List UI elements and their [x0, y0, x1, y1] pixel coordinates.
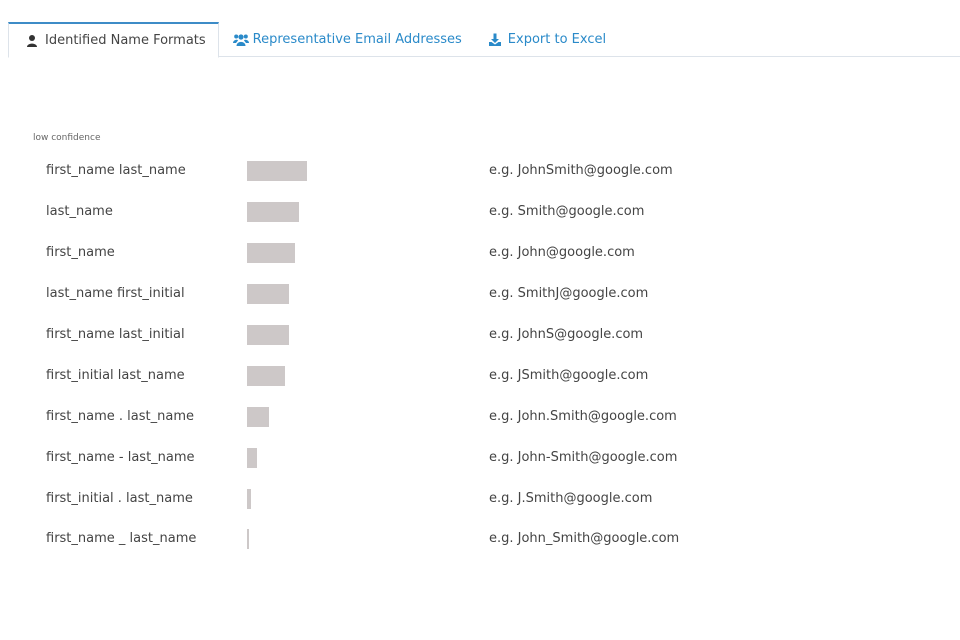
frequency-bar — [247, 284, 289, 304]
format-row: first_name _ last_name e.g. John_Smith@go… — [0, 529, 960, 551]
format-name: first_name - last_name — [46, 450, 195, 465]
frequency-bar — [247, 448, 257, 468]
example-email: e.g. John-Smith@google.com — [489, 450, 678, 465]
download-icon — [488, 33, 502, 47]
frequency-bar-track — [247, 407, 447, 427]
example-email: e.g. John.Smith@google.com — [489, 409, 677, 424]
frequency-bar-track — [247, 325, 447, 345]
example-email: e.g. JohnSmith@google.com — [489, 163, 673, 178]
frequency-bar-track — [247, 284, 447, 304]
frequency-bar — [247, 243, 295, 263]
format-name: last_name first_initial — [46, 286, 185, 301]
frequency-bar — [247, 325, 289, 345]
format-row: first_initial . last_name e.g. J.Smith@go… — [0, 489, 960, 511]
frequency-bar-track — [247, 243, 447, 263]
tab-label: Export to Excel — [507, 32, 607, 47]
export-to-excel-button[interactable]: Export to Excel — [476, 22, 620, 57]
frequency-bar — [247, 366, 285, 386]
tab-bar: Identified Name Formats Representative E… — [8, 22, 960, 58]
frequency-bar-track — [247, 161, 447, 181]
tab-label: Representative Email Addresses — [252, 32, 462, 47]
format-name: first_name . last_name — [46, 409, 194, 424]
confidence-label: low confidence — [33, 133, 101, 143]
example-email: e.g. John@google.com — [489, 245, 635, 260]
frequency-bar — [247, 489, 251, 509]
frequency-bar — [247, 202, 299, 222]
format-row: last_name first_initial e.g. SmithJ@googl… — [0, 284, 960, 306]
frequency-bar-track — [247, 529, 447, 549]
format-name: first_name last_name — [46, 163, 186, 178]
format-row: first_name . last_name e.g. John.Smith@go… — [0, 407, 960, 429]
format-row: first_name last_name e.g. JohnSmith@googl… — [0, 161, 960, 183]
format-row: first_name last_initial e.g. JohnS@google… — [0, 325, 960, 347]
format-name: last_name — [46, 204, 113, 219]
format-name: first_name — [46, 245, 115, 260]
format-row: first_name e.g. John@google.com — [0, 243, 960, 265]
example-email: e.g. SmithJ@google.com — [489, 286, 649, 301]
tab-identified-name-formats[interactable]: Identified Name Formats — [8, 22, 219, 58]
frequency-bar-track — [247, 489, 447, 509]
format-row: first_initial last_name e.g. JSmith@googl… — [0, 366, 960, 388]
example-email: e.g. Smith@google.com — [489, 204, 645, 219]
format-name: first_name last_initial — [46, 327, 185, 342]
format-name: first_initial last_name — [46, 368, 185, 383]
frequency-bar-track — [247, 202, 447, 222]
format-row: first_name - last_name e.g. John-Smith@go… — [0, 448, 960, 470]
format-name: first_initial . last_name — [46, 491, 193, 506]
frequency-bar-track — [247, 448, 447, 468]
example-email: e.g. JSmith@google.com — [489, 368, 649, 383]
user-icon — [25, 34, 39, 48]
example-email: e.g. John_Smith@google.com — [489, 531, 680, 546]
tab-representative-email-addresses[interactable]: Representative Email Addresses — [219, 22, 476, 57]
tab-label: Identified Name Formats — [45, 33, 206, 48]
format-row: last_name e.g. Smith@google.com — [0, 202, 960, 224]
frequency-bar — [247, 407, 269, 427]
frequency-bar-track — [247, 366, 447, 386]
users-icon — [232, 33, 249, 47]
frequency-bar — [247, 161, 307, 181]
frequency-bar — [247, 529, 249, 549]
example-email: e.g. J.Smith@google.com — [489, 491, 653, 506]
format-name: first_name _ last_name — [46, 531, 197, 546]
example-email: e.g. JohnS@google.com — [489, 327, 644, 342]
